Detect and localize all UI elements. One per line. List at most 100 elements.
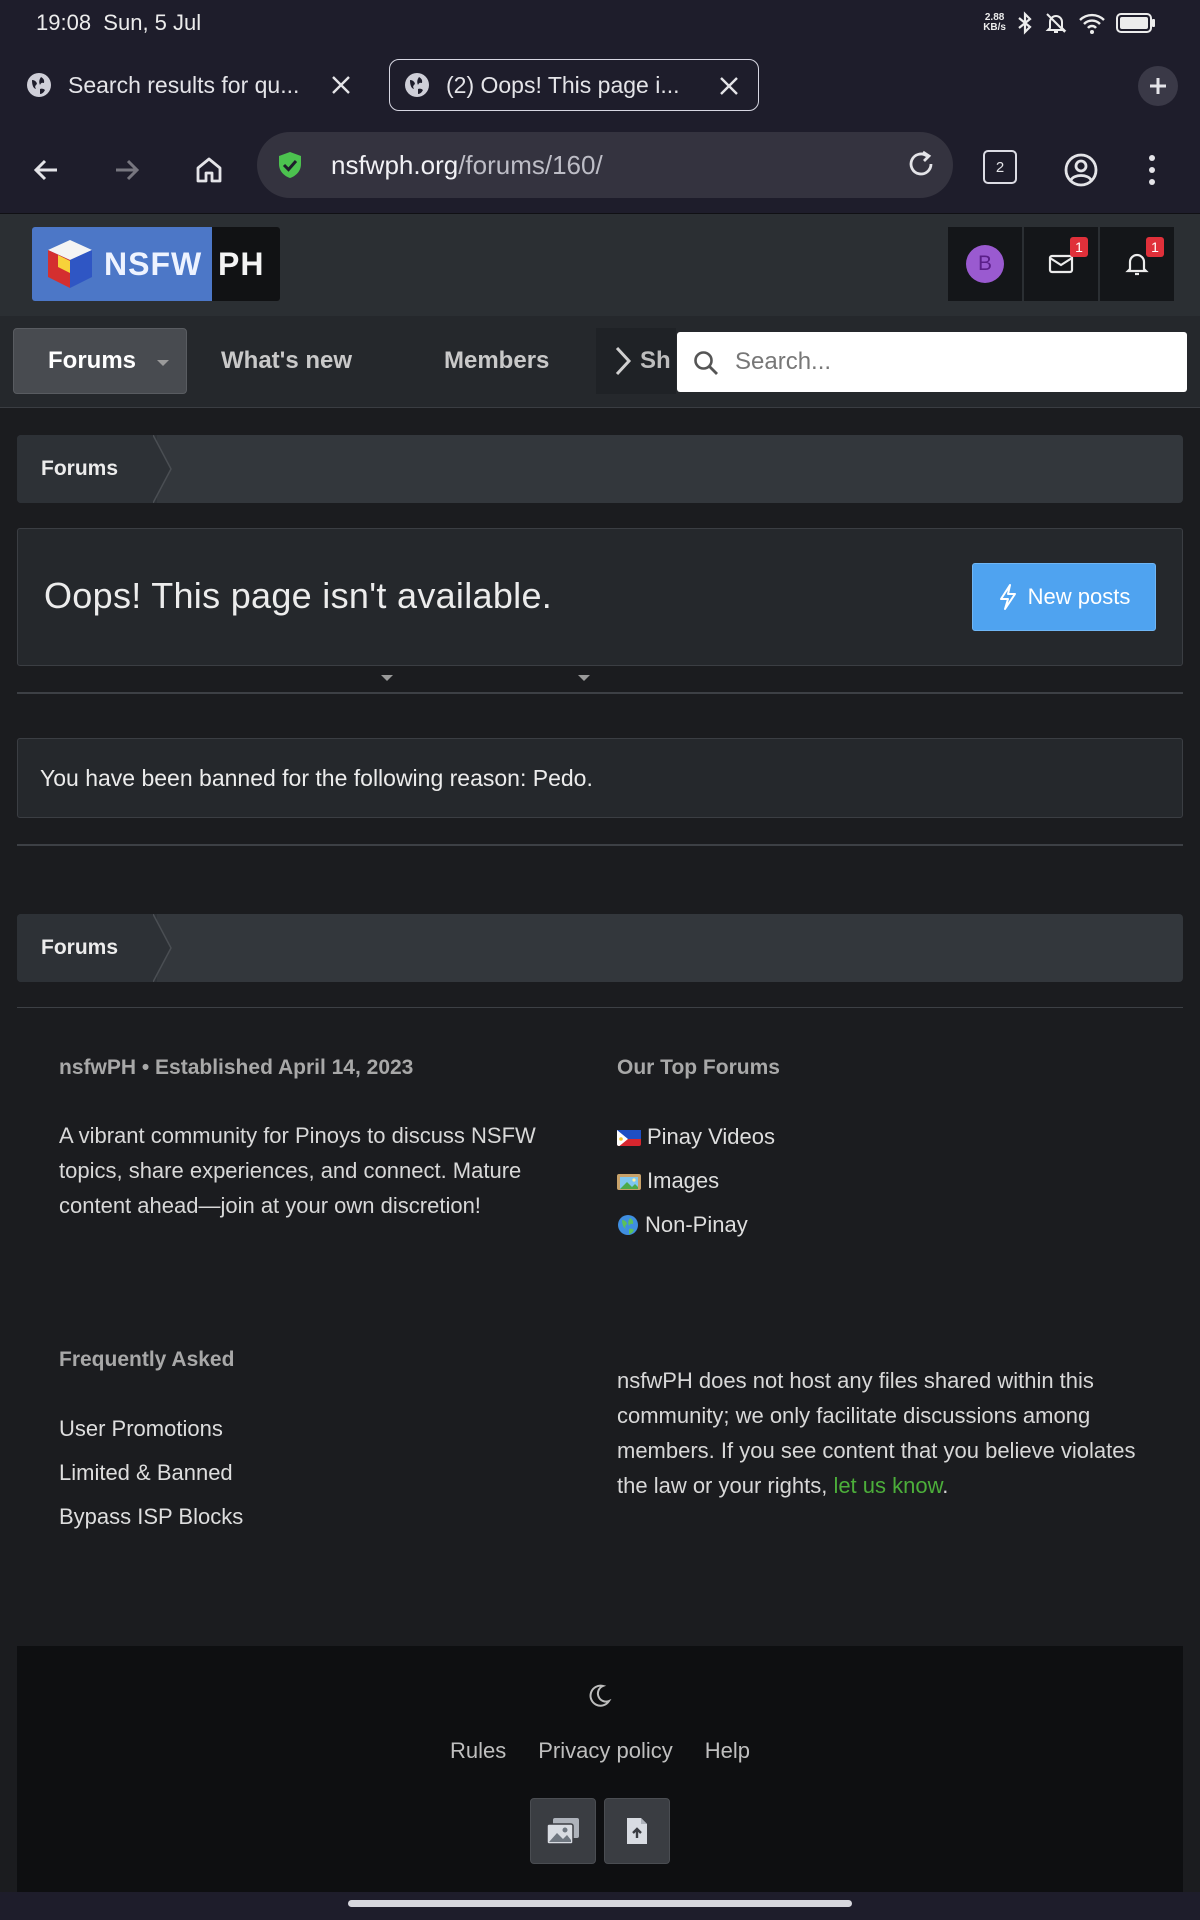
footer-link-rules[interactable]: Rules — [450, 1738, 506, 1764]
nav-tab-members[interactable]: Members — [444, 328, 549, 394]
bell-muted-icon — [1045, 13, 1067, 33]
chevron-down-icon[interactable] — [157, 360, 169, 366]
chevron-down-icon[interactable] — [381, 675, 393, 681]
alerts-badge: 1 — [1146, 237, 1164, 257]
breadcrumb-separator-icon — [153, 914, 172, 982]
divider — [17, 692, 1183, 694]
breadcrumb-item-forums[interactable]: Forums — [17, 435, 157, 503]
forward-button[interactable] — [103, 146, 151, 194]
nav-tab-label: Forums — [48, 347, 137, 374]
status-time: 19:08 Sun, 5 Jul — [36, 10, 201, 36]
let-us-know-link[interactable]: let us know — [833, 1473, 942, 1498]
site-header: NSFW PH B 1 1 — [0, 214, 1200, 316]
footer-forum-label: Images — [647, 1168, 720, 1193]
status-icons: 2.88 KB/s — [983, 10, 1156, 36]
page-header: Oops! This page isn't available. New pos… — [17, 528, 1183, 666]
status-date: Sun, 5 Jul — [103, 10, 202, 35]
url-text: nsfwph.org/forums/160/ — [331, 150, 603, 181]
logo-right: PH — [212, 227, 280, 301]
new-posts-button[interactable]: New posts — [972, 563, 1156, 631]
footer-link-privacy-policy[interactable]: Privacy policy — [538, 1738, 672, 1764]
account-button[interactable] — [1057, 146, 1105, 194]
logo-text-ph: PH — [218, 245, 265, 282]
footer-bottom-links: Rules Privacy policy Help — [17, 1738, 1183, 1764]
ban-notice-text: You have been banned for the following r… — [40, 765, 593, 791]
philippines-flag-icon — [617, 1128, 641, 1146]
url-path: /forums/160/ — [458, 150, 603, 180]
nav-tab-partial-label: Sh — [640, 347, 671, 374]
home-icon — [196, 157, 222, 183]
nav-tab-forums[interactable]: Forums — [13, 328, 187, 394]
moon-icon[interactable] — [585, 1682, 613, 1710]
nav-tab-whats-new[interactable]: What's new — [221, 328, 352, 394]
breadcrumb-item-forums[interactable]: Forums — [17, 914, 157, 982]
tab-title: (2) Oops! This page i... — [446, 71, 680, 98]
shield-check-icon — [279, 152, 301, 178]
alerts-button[interactable]: 1 — [1100, 227, 1174, 301]
close-tab-icon[interactable] — [328, 72, 354, 98]
site-logo[interactable]: NSFW PH — [32, 227, 280, 301]
header-user-icons: B 1 1 — [948, 227, 1174, 301]
nav-tab-label: What's new — [221, 347, 353, 374]
address-bar[interactable]: nsfwph.org/forums/160/ — [257, 132, 953, 198]
breadcrumb-label: Forums — [41, 936, 119, 959]
battery-icon — [1116, 13, 1155, 33]
browser-tab-strip: Search results for qu... (2) Oops! This … — [0, 44, 1200, 126]
file-upload-button[interactable] — [604, 1798, 670, 1864]
nav-scroll-more[interactable]: Sh — [596, 328, 676, 394]
new-tab-button[interactable] — [1138, 66, 1178, 106]
account-menu-button[interactable]: B — [948, 227, 1022, 301]
new-posts-label: New posts — [1027, 584, 1131, 609]
globe-icon — [617, 1214, 639, 1236]
gesture-handle[interactable] — [348, 1900, 852, 1907]
footer-link-bypass-isp[interactable]: Bypass ISP Blocks — [59, 1504, 243, 1530]
chevron-down-icon[interactable] — [578, 675, 590, 681]
account-icon — [1064, 153, 1098, 187]
footer-link-help[interactable]: Help — [705, 1738, 750, 1764]
globe-icon — [405, 73, 429, 97]
tab-switcher-button[interactable]: 2 — [983, 150, 1017, 184]
status-bar: 19:08 Sun, 5 Jul 2.88 KB/s — [0, 0, 1200, 44]
home-button[interactable] — [185, 146, 233, 194]
image-upload-button[interactable] — [530, 1798, 596, 1864]
search-input[interactable] — [735, 342, 1175, 382]
footer-about-heading: nsfwPH • Established April 14, 2023 — [59, 1056, 414, 1079]
bluetooth-icon — [1018, 11, 1032, 35]
footer-disclaimer-end: . — [942, 1473, 949, 1498]
page-title: Oops! This page isn't available. — [44, 575, 553, 616]
plus-icon — [1150, 78, 1166, 94]
logo-text-nsfw: NSFW — [104, 245, 203, 282]
footer-top-forums-heading: Our Top Forums — [617, 1056, 780, 1079]
tab-title: Search results for qu... — [68, 71, 300, 98]
back-button[interactable] — [22, 146, 70, 194]
browser-tab-active[interactable]: (2) Oops! This page i... — [389, 59, 759, 111]
footer-forum-pinay-videos[interactable]: Pinay Videos — [617, 1124, 775, 1150]
url-domain: nsfwph.org — [331, 150, 459, 180]
breadcrumb-bottom: Forums — [17, 914, 1183, 982]
footer-link-limited-banned[interactable]: Limited & Banned — [59, 1460, 233, 1486]
browser-tab-search-results[interactable]: Search results for qu... — [12, 59, 370, 111]
footer-forum-images[interactable]: Images — [617, 1168, 719, 1194]
close-tab-icon[interactable] — [716, 73, 742, 99]
chevron-right-icon — [615, 346, 632, 376]
search-icon — [694, 351, 718, 375]
reload-icon[interactable] — [905, 148, 937, 180]
inbox-button[interactable]: 1 — [1024, 227, 1098, 301]
inbox-badge: 1 — [1070, 237, 1088, 257]
framed-picture-icon — [617, 1172, 641, 1190]
breadcrumb-label: Forums — [41, 457, 119, 480]
menu-button[interactable] — [1128, 146, 1176, 194]
file-upload-icon — [627, 1818, 647, 1844]
avatar: B — [966, 245, 1004, 283]
images-icon — [546, 1818, 579, 1845]
site-search[interactable] — [677, 332, 1187, 392]
status-clock: 19:08 — [36, 10, 92, 35]
footer-faq-heading: Frequently Asked — [59, 1348, 235, 1371]
footer-link-user-promotions[interactable]: User Promotions — [59, 1416, 223, 1442]
logo-left: NSFW — [32, 227, 212, 301]
breadcrumb-separator-icon — [153, 435, 172, 503]
arrow-left-icon — [33, 159, 57, 181]
globe-icon — [27, 73, 51, 97]
site-nav: Forums What's new Members Sh — [0, 316, 1200, 681]
footer-forum-non-pinay[interactable]: Non-Pinay — [617, 1212, 748, 1238]
